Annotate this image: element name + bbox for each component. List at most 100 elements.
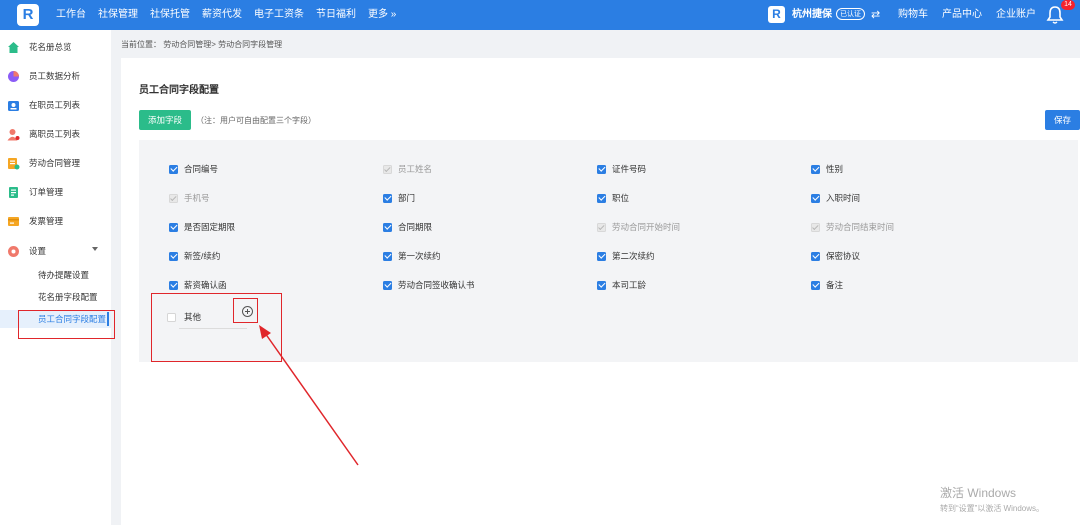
checkbox[interactable] bbox=[169, 251, 178, 261]
nav-insurance-hosting[interactable]: 社保托管 bbox=[150, 0, 190, 30]
field-option[interactable]: 入职时间 bbox=[811, 191, 860, 205]
checkbox bbox=[811, 222, 820, 232]
checkbox[interactable] bbox=[597, 280, 606, 290]
field-label: 本司工龄 bbox=[612, 280, 647, 290]
nav-workbench[interactable]: 工作台 bbox=[56, 0, 86, 30]
checkbox[interactable] bbox=[167, 312, 176, 322]
field-label: 第二次续约 bbox=[612, 251, 655, 261]
sidebar-item-employee-analytics[interactable]: 员工数据分析 bbox=[0, 66, 111, 86]
field-option[interactable]: 新签/续约 bbox=[169, 249, 220, 263]
main-panel: 员工合同字段配置 添加字段 （注：用户可自由配置三个字段） 保存 合同编号 员工姓… bbox=[121, 58, 1080, 525]
sidebar-item-label: 发票管理 bbox=[29, 216, 64, 226]
sidebar-item-order-management[interactable]: 订单管理 bbox=[0, 182, 111, 202]
field-label: 证件号码 bbox=[612, 164, 647, 174]
field-option: 劳动合同开始时间 bbox=[597, 220, 680, 234]
main-nav: 工作台 社保管理 社保托管 薪资代发 电子工资条 节日福利 更多 » bbox=[56, 0, 408, 30]
field-option[interactable]: 劳动合同签收确认书 bbox=[383, 278, 475, 292]
field-option[interactable]: 本司工龄 bbox=[597, 278, 646, 292]
checkbox[interactable] bbox=[169, 280, 178, 290]
sidebar-item-label: 离职员工列表 bbox=[29, 129, 81, 139]
checkbox[interactable] bbox=[811, 280, 820, 290]
nav-holiday-benefits[interactable]: 节日福利 bbox=[316, 0, 356, 30]
sidebar-subitem-contract-fields[interactable]: 员工合同字段配置 bbox=[0, 310, 111, 328]
enterprise-account-link[interactable]: 企业账户 bbox=[996, 0, 1036, 30]
field-option[interactable]: 备注 bbox=[811, 278, 843, 292]
field-label: 性别 bbox=[826, 164, 844, 174]
field-option[interactable]: 第一次续约 bbox=[383, 249, 441, 263]
plus-circle-icon[interactable] bbox=[242, 306, 253, 317]
field-label: 入职时间 bbox=[826, 193, 861, 203]
checkbox[interactable] bbox=[811, 193, 820, 203]
field-option: 劳动合同结束时间 bbox=[811, 220, 894, 234]
checkbox[interactable] bbox=[383, 251, 392, 261]
windows-activation-watermark: 激活 Windows 转到“设置”以激活 Windows。 bbox=[940, 484, 1044, 514]
top-navigation-bar: R 工作台 社保管理 社保托管 薪资代发 电子工资条 节日福利 更多 » R 杭… bbox=[0, 0, 1080, 30]
checkbox[interactable] bbox=[383, 193, 392, 203]
checkbox[interactable] bbox=[811, 251, 820, 261]
product-center-link[interactable]: 产品中心 bbox=[942, 0, 982, 30]
field-label: 劳动合同结束时间 bbox=[826, 222, 895, 232]
field-option[interactable]: 部门 bbox=[383, 191, 415, 205]
app-logo[interactable]: R bbox=[17, 4, 39, 26]
field-label: 劳动合同签收确认书 bbox=[398, 280, 475, 290]
sidebar-item-invoice-management[interactable]: 发票管理 bbox=[0, 211, 111, 231]
id-card-icon bbox=[8, 100, 19, 111]
field-option[interactable]: 是否固定期限 bbox=[169, 220, 235, 234]
watermark-title: 激活 Windows bbox=[940, 486, 1017, 500]
home-icon bbox=[8, 41, 19, 53]
swap-icon[interactable]: ⇄ bbox=[871, 0, 880, 30]
checkbox[interactable] bbox=[811, 164, 820, 174]
company-name[interactable]: 杭州捷保 bbox=[792, 0, 832, 30]
field-label: 手机号 bbox=[184, 193, 210, 203]
company-logo: R bbox=[768, 6, 785, 23]
user-leave-icon bbox=[7, 128, 20, 140]
checkbox[interactable] bbox=[597, 193, 606, 203]
field-label: 新签/续约 bbox=[184, 251, 221, 261]
field-option[interactable]: 职位 bbox=[597, 191, 629, 205]
contract-icon bbox=[8, 157, 20, 169]
field-label: 其他 bbox=[184, 312, 202, 322]
field-label: 合同期限 bbox=[398, 222, 433, 232]
checkbox[interactable] bbox=[169, 222, 178, 232]
field-option-other[interactable]: 其他 bbox=[167, 310, 201, 324]
field-option: 员工姓名 bbox=[383, 162, 432, 176]
verified-badge: 已认证 bbox=[836, 8, 865, 20]
nav-payroll[interactable]: 薪资代发 bbox=[202, 0, 242, 30]
nav-social-insurance[interactable]: 社保管理 bbox=[98, 0, 138, 30]
field-label: 保密协议 bbox=[826, 251, 861, 261]
field-label: 劳动合同开始时间 bbox=[612, 222, 681, 232]
sidebar-item-label: 在职员工列表 bbox=[29, 100, 81, 110]
checkbox bbox=[383, 164, 392, 174]
sidebar-item-contract-management[interactable]: 劳动合同管理 bbox=[0, 153, 111, 173]
nav-e-payslip[interactable]: 电子工资条 bbox=[254, 0, 304, 30]
field-option[interactable]: 保密协议 bbox=[811, 249, 860, 263]
checkbox[interactable] bbox=[169, 164, 178, 174]
checkbox[interactable] bbox=[383, 280, 392, 290]
sidebar-item-settings[interactable]: 设置 bbox=[0, 241, 111, 261]
save-button[interactable]: 保存 bbox=[1045, 110, 1080, 130]
invoice-icon bbox=[8, 216, 19, 226]
field-option[interactable]: 合同期限 bbox=[383, 220, 432, 234]
cart-link[interactable]: 购物车 bbox=[898, 0, 928, 30]
sidebar: 花名册总览 员工数据分析 在职员工列表 离职员工列表 劳动合同管理 订单管理 发… bbox=[0, 30, 111, 525]
checkbox[interactable] bbox=[597, 164, 606, 174]
sidebar-item-departed-employees[interactable]: 离职员工列表 bbox=[0, 124, 111, 144]
field-option[interactable]: 第二次续约 bbox=[597, 249, 655, 263]
checkbox[interactable] bbox=[597, 251, 606, 261]
checkbox[interactable] bbox=[383, 222, 392, 232]
sidebar-subitem-roster-fields[interactable]: 花名册字段配置 bbox=[0, 288, 111, 306]
field-option[interactable]: 薪资确认函 bbox=[169, 278, 227, 292]
breadcrumb: 当前位置： 劳动合同管理> 劳动合同字段管理 bbox=[121, 40, 283, 49]
field-option[interactable]: 合同编号 bbox=[169, 162, 218, 176]
page-title: 员工合同字段配置 bbox=[139, 85, 219, 96]
chevron-down-icon bbox=[92, 247, 98, 251]
field-option[interactable]: 性别 bbox=[811, 162, 843, 176]
field-label: 职位 bbox=[612, 193, 630, 203]
field-label: 备注 bbox=[826, 280, 844, 290]
field-option[interactable]: 证件号码 bbox=[597, 162, 646, 176]
add-field-button[interactable]: 添加字段 bbox=[139, 110, 191, 130]
sidebar-subitem-todo-reminder[interactable]: 待办提醒设置 bbox=[0, 266, 111, 284]
nav-more[interactable]: 更多 » bbox=[368, 0, 396, 30]
sidebar-item-roster-overview[interactable]: 花名册总览 bbox=[0, 37, 111, 57]
sidebar-item-active-employees[interactable]: 在职员工列表 bbox=[0, 95, 111, 115]
